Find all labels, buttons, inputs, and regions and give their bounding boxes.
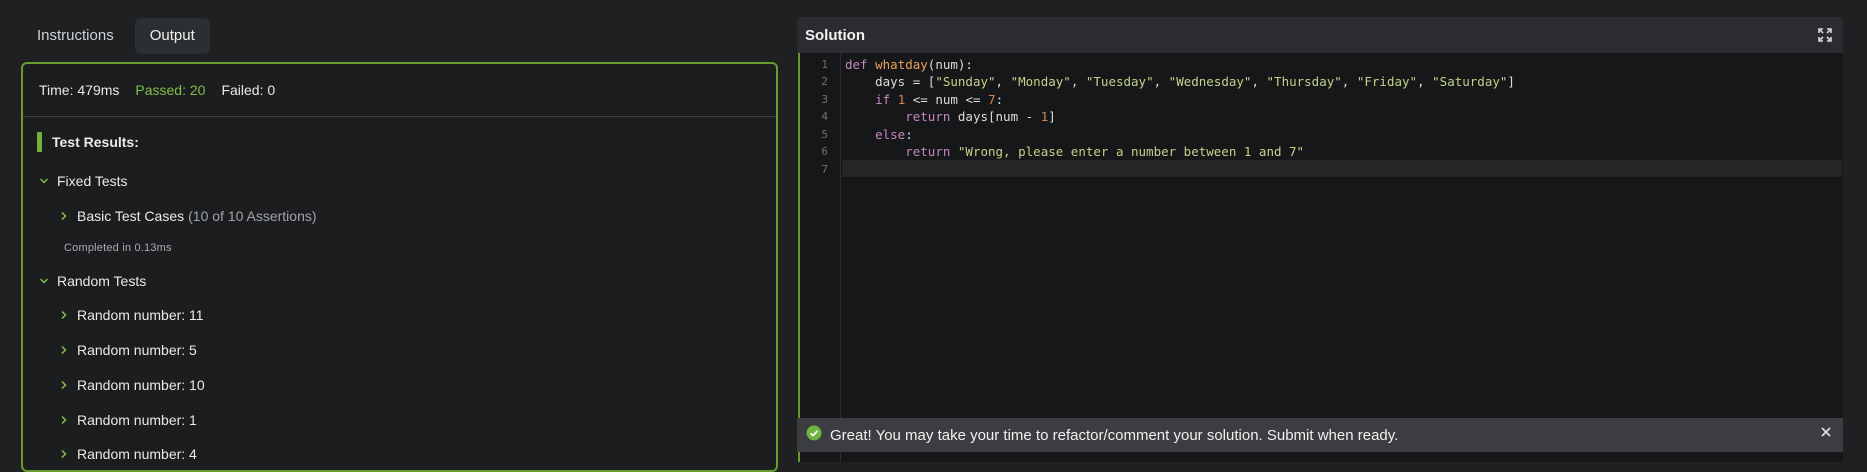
chevron-down-icon [39,276,49,286]
random-test-label: Random number: 11 [77,307,204,323]
random-test-item[interactable]: Random number: 1 [59,412,197,428]
random-tests-group[interactable]: Random Tests [39,273,146,289]
output-panel: Time: 479ms Passed: 20 Failed: 0 Test Re… [21,62,778,472]
completed-time: Completed in 0.13ms [64,242,172,254]
output-tabs: Instructions Output [22,18,210,54]
top-strip [0,0,1867,6]
results-title: Test Results: [52,134,139,150]
chevron-right-icon [59,310,69,320]
test-results-heading: Test Results: [37,132,139,152]
code-line: return days[num - 1] [905,109,1056,124]
random-test-item[interactable]: Random number: 10 [59,377,205,393]
line-number: 7 [821,163,828,176]
test-stats: Time: 479ms Passed: 20 Failed: 0 [23,64,776,117]
solution-title: Solution [805,26,865,44]
random-test-label: Random number: 1 [77,412,197,428]
line-number: 2 [821,75,828,88]
random-test-label: Random number: 4 [77,446,197,462]
basic-test-cases-label: Basic Test Cases [77,208,185,224]
code-line: else: [875,127,913,142]
line-number: 4 [821,110,828,123]
chevron-right-icon [59,449,69,459]
code-line: return "Wrong, please enter a number bet… [905,144,1305,159]
basic-test-cases-item[interactable]: Basic Test Cases (10 of 10 Assertions) [59,208,317,224]
solution-panel: Solution 1 2 3 4 5 6 7 def whatday(num): [797,17,1843,462]
chevron-right-icon [59,211,69,221]
code-line: if 1 <= num <= 7: [875,92,1004,107]
line-number: 5 [821,128,828,141]
line-gutter: 1 2 3 4 5 6 7 [800,53,841,462]
chevron-right-icon [59,415,69,425]
random-tests-label: Random Tests [57,273,147,289]
code-line: days = ["Sunday", "Monday", "Tuesday", "… [845,74,1515,89]
current-line-highlight [842,160,1842,177]
passed-stat: Passed: 20 [135,82,206,98]
chevron-down-icon [39,176,49,186]
time-stat: Time: 479ms [39,82,120,98]
line-number: 1 [821,58,828,71]
results-marker [37,132,42,152]
chevron-right-icon [59,345,69,355]
line-number: 6 [821,145,828,158]
line-number: 3 [821,93,828,106]
random-test-label: Random number: 10 [77,377,205,393]
toast-message: Great! You may take your time to refacto… [830,426,1399,444]
tab-output[interactable]: Output [134,18,210,54]
random-test-item[interactable]: Random number: 11 [59,307,204,323]
failed-stat: Failed: 0 [221,82,276,98]
chevron-right-icon [59,380,69,390]
fixed-tests-label: Fixed Tests [57,173,128,189]
assertion-count: (10 of 10 Assertions) [188,208,317,224]
solution-header: Solution [797,17,1843,53]
random-test-item[interactable]: Random number: 5 [59,342,197,358]
success-toast: Great! You may take your time to refacto… [797,418,1843,452]
expand-icon[interactable] [1817,27,1833,43]
code-editor[interactable]: 1 2 3 4 5 6 7 def whatday(num): days = [… [798,53,1843,462]
close-icon[interactable] [1819,425,1833,439]
random-test-item[interactable]: Random number: 4 [59,446,197,462]
fixed-tests-group[interactable]: Fixed Tests [39,173,128,189]
check-circle-icon [806,425,822,446]
code-line: def whatday(num): [845,57,973,72]
random-test-label: Random number: 5 [77,342,197,358]
tab-instructions[interactable]: Instructions [22,18,129,54]
